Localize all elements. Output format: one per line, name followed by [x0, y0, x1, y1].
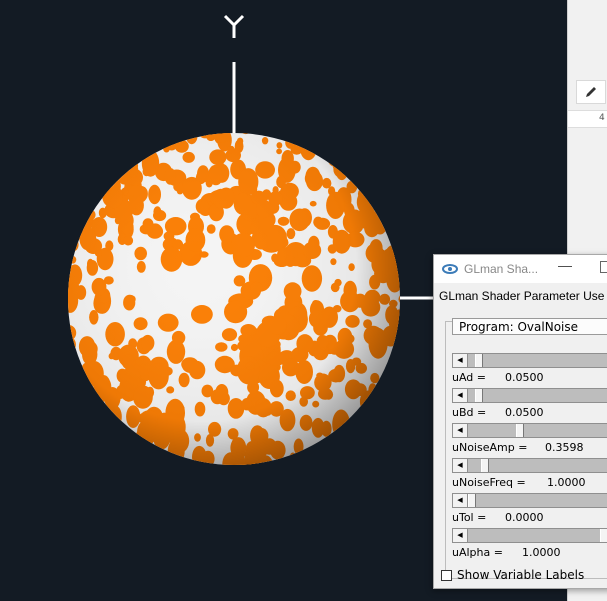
- pen-icon[interactable]: [576, 80, 606, 104]
- y-axis-label: [223, 14, 245, 38]
- panel-heading: GLman Shader Parameter Use: [439, 289, 605, 303]
- minimize-button[interactable]: —: [558, 257, 572, 273]
- maximize-button[interactable]: [600, 261, 607, 273]
- param-name: uNoiseFreq =: [452, 476, 526, 489]
- param-label: uBd = 0.0500: [452, 406, 544, 419]
- slider-thumb[interactable]: [516, 424, 524, 437]
- slider-left-arrow-icon[interactable]: ◀: [453, 354, 468, 367]
- slider-left-arrow-icon[interactable]: ◀: [453, 389, 468, 402]
- slider-left-arrow-icon[interactable]: ◀: [453, 494, 468, 507]
- show-variable-labels-label: Show Variable Labels: [457, 568, 585, 582]
- slider-thumb[interactable]: [475, 389, 483, 402]
- slider-thumb[interactable]: [600, 529, 607, 542]
- param-name: uTol =: [452, 511, 487, 524]
- slider-thumb[interactable]: [481, 459, 489, 472]
- param-label: uTol = 0.0000: [452, 511, 544, 524]
- param-value: 0.3598: [545, 441, 584, 454]
- param-slider[interactable]: ◀: [452, 388, 607, 403]
- param-label: uNoiseAmp = 0.3598: [452, 441, 584, 454]
- slider-thumb[interactable]: [468, 494, 476, 507]
- show-variable-labels-checkbox[interactable]: [441, 570, 452, 581]
- param-name: uAlpha =: [452, 546, 503, 559]
- slider-thumb[interactable]: [475, 354, 483, 367]
- ruler: 4: [568, 110, 607, 128]
- param-slider[interactable]: ◀: [452, 493, 607, 508]
- param-slider[interactable]: ◀: [452, 353, 607, 368]
- param-value: 0.0500: [505, 406, 544, 419]
- param-value: 0.0000: [505, 511, 544, 524]
- param-value: 0.0500: [505, 371, 544, 384]
- ruler-number: 4: [599, 113, 605, 123]
- noise-sphere: [68, 133, 400, 465]
- param-slider[interactable]: ◀: [452, 458, 607, 473]
- param-slider[interactable]: ◀: [452, 423, 607, 438]
- glman-app-icon: [442, 264, 458, 274]
- param-name: uBd =: [452, 406, 487, 419]
- param-name: uAd =: [452, 371, 486, 384]
- slider-left-arrow-icon[interactable]: ◀: [453, 529, 468, 542]
- param-slider[interactable]: ◀: [452, 528, 607, 543]
- program-button[interactable]: Program: OvalNoise: [452, 318, 607, 335]
- slider-left-arrow-icon[interactable]: ◀: [453, 459, 468, 472]
- param-label: uNoiseFreq = 1.0000: [452, 476, 586, 489]
- slider-left-arrow-icon[interactable]: ◀: [453, 424, 468, 437]
- param-value: 1.0000: [522, 546, 561, 559]
- panel-titlebar[interactable]: GLman Sha... —: [434, 255, 607, 283]
- param-label: uAd = 0.0500: [452, 371, 544, 384]
- panel-window-title: GLman Sha...: [464, 262, 539, 276]
- param-value: 1.0000: [547, 476, 586, 489]
- param-label: uAlpha = 1.0000: [452, 546, 561, 559]
- param-name: uNoiseAmp =: [452, 441, 528, 454]
